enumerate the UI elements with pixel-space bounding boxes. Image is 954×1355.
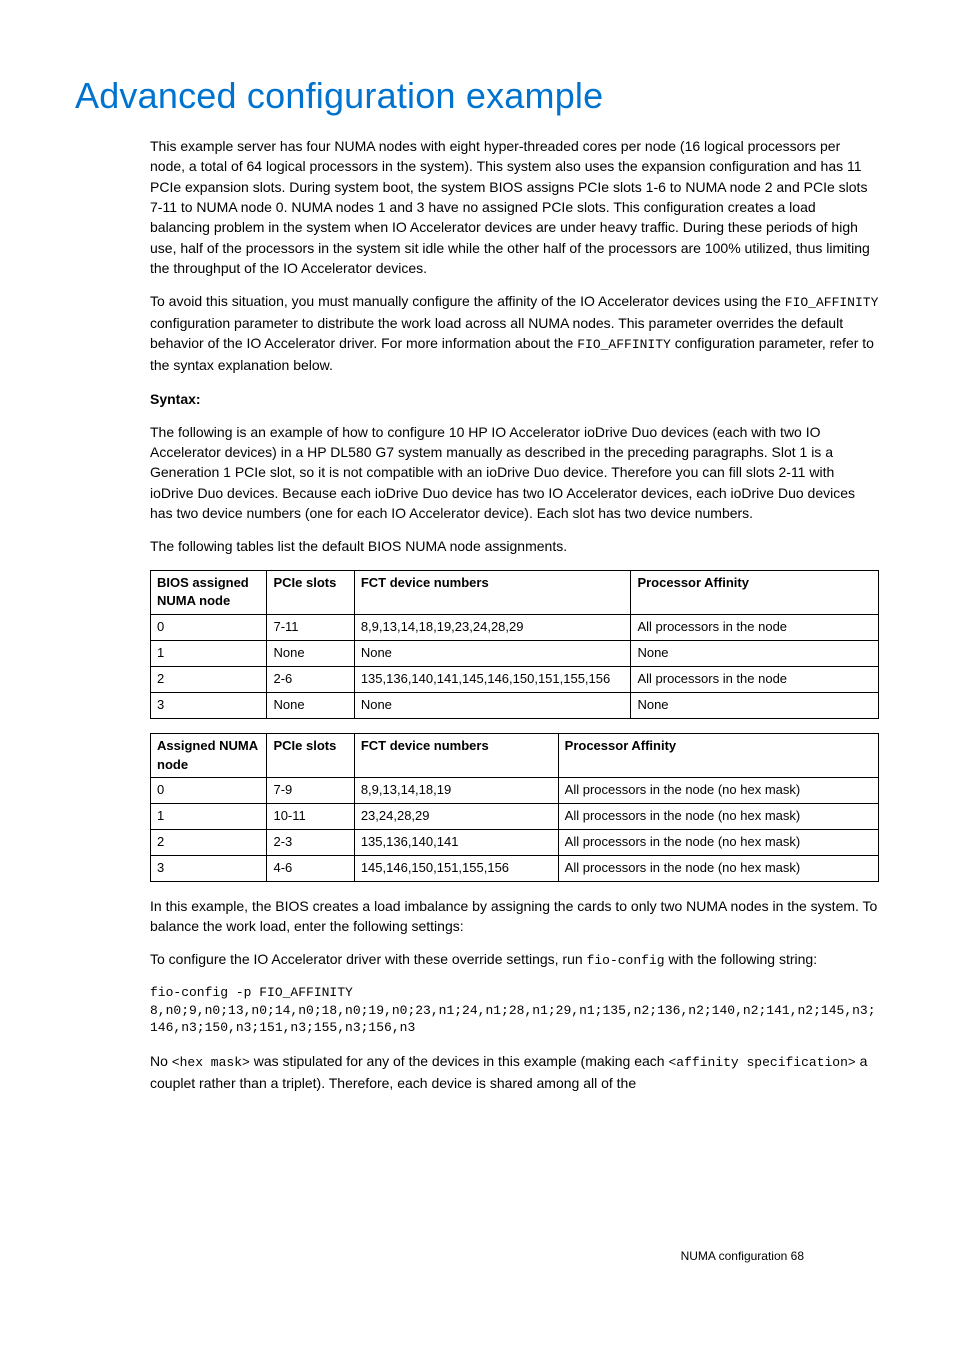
- code-inline-hexmask: <hex mask>: [172, 1055, 250, 1070]
- table-cell: All processors in the node (no hex mask): [558, 830, 878, 856]
- code-inline-fio: FIO_AFFINITY: [785, 295, 879, 310]
- table-cell: 135,136,140,141,145,146,150,151,155,156: [354, 667, 631, 693]
- syntax-heading: Syntax:: [150, 389, 879, 409]
- table-header-row: Assigned NUMA node PCIe slots FCT device…: [151, 733, 879, 778]
- table-header: Processor Affinity: [631, 570, 879, 615]
- text-fragment: To avoid this situation, you must manual…: [150, 293, 785, 309]
- table-cell: 3: [151, 692, 267, 718]
- table-row: 2 2-3 135,136,140,141 All processors in …: [151, 830, 879, 856]
- text-fragment: To configure the IO Accelerator driver w…: [150, 951, 587, 967]
- table-cell: 7-9: [267, 778, 354, 804]
- table-header: FCT device numbers: [354, 570, 631, 615]
- code-block: fio-config -p FIO_AFFINITY 8,n0;9,n0;13,…: [150, 984, 879, 1037]
- assigned-numa-table: Assigned NUMA node PCIe slots FCT device…: [150, 733, 879, 882]
- table-cell: None: [267, 692, 354, 718]
- table-header: FCT device numbers: [354, 733, 558, 778]
- table-cell: None: [631, 692, 879, 718]
- table-cell: 4-6: [267, 855, 354, 881]
- table-row: 2 2-6 135,136,140,141,145,146,150,151,15…: [151, 667, 879, 693]
- code-inline-affinity: <affinity specification>: [668, 1055, 855, 1070]
- table-cell: 1: [151, 641, 267, 667]
- code-inline-fio: FIO_AFFINITY: [577, 337, 671, 352]
- table-cell: 2: [151, 667, 267, 693]
- table-cell: None: [631, 641, 879, 667]
- table-cell: 135,136,140,141: [354, 830, 558, 856]
- table-row: 3 4-6 145,146,150,151,155,156 All proces…: [151, 855, 879, 881]
- para-hexmask: No <hex mask> was stipulated for any of …: [150, 1051, 879, 1093]
- table-cell: None: [354, 641, 631, 667]
- page-footer: NUMA configuration 68: [681, 1248, 804, 1265]
- table-cell: All processors in the node (no hex mask): [558, 855, 878, 881]
- table-cell: All processors in the node (no hex mask): [558, 804, 878, 830]
- bios-numa-table: BIOS assigned NUMA node PCIe slots FCT d…: [150, 570, 879, 719]
- para-imbalance: In this example, the BIOS creates a load…: [150, 896, 879, 937]
- table-header: Processor Affinity: [558, 733, 878, 778]
- para-tables-intro: The following tables list the default BI…: [150, 536, 879, 556]
- text-fragment: with the following string:: [665, 951, 818, 967]
- text-fragment: No: [150, 1053, 172, 1069]
- table-row: 0 7-11 8,9,13,14,18,19,23,24,28,29 All p…: [151, 615, 879, 641]
- para-avoid: To avoid this situation, you must manual…: [150, 291, 879, 375]
- table-cell: 7-11: [267, 615, 354, 641]
- table-cell: 2-6: [267, 667, 354, 693]
- table-header: BIOS assigned NUMA node: [151, 570, 267, 615]
- text-fragment: was stipulated for any of the devices in…: [250, 1053, 669, 1069]
- table-row: 1 10-11 23,24,28,29 All processors in th…: [151, 804, 879, 830]
- table-cell: 10-11: [267, 804, 354, 830]
- table-row: 0 7-9 8,9,13,14,18,19 All processors in …: [151, 778, 879, 804]
- para-example: The following is an example of how to co…: [150, 422, 879, 523]
- table-cell: None: [267, 641, 354, 667]
- table-row: 1 None None None: [151, 641, 879, 667]
- table-header-row: BIOS assigned NUMA node PCIe slots FCT d…: [151, 570, 879, 615]
- code-inline-fioconfig: fio-config: [587, 953, 665, 968]
- table-header: Assigned NUMA node: [151, 733, 267, 778]
- table-header: PCIe slots: [267, 733, 354, 778]
- table-cell: 3: [151, 855, 267, 881]
- table-cell: 1: [151, 804, 267, 830]
- table-cell: All processors in the node: [631, 667, 879, 693]
- table-cell: 8,9,13,14,18,19,23,24,28,29: [354, 615, 631, 641]
- table-cell: 2: [151, 830, 267, 856]
- table-cell: 0: [151, 778, 267, 804]
- page-title: Advanced configuration example: [75, 70, 879, 122]
- para-intro: This example server has four NUMA nodes …: [150, 136, 879, 278]
- table-cell: 2-3: [267, 830, 354, 856]
- table-cell: 23,24,28,29: [354, 804, 558, 830]
- table-row: 3 None None None: [151, 692, 879, 718]
- table-cell: 145,146,150,151,155,156: [354, 855, 558, 881]
- para-fio-config: To configure the IO Accelerator driver w…: [150, 949, 879, 971]
- table-cell: All processors in the node (no hex mask): [558, 778, 878, 804]
- table-cell: 8,9,13,14,18,19: [354, 778, 558, 804]
- table-cell: All processors in the node: [631, 615, 879, 641]
- table-cell: None: [354, 692, 631, 718]
- table-cell: 0: [151, 615, 267, 641]
- table-header: PCIe slots: [267, 570, 354, 615]
